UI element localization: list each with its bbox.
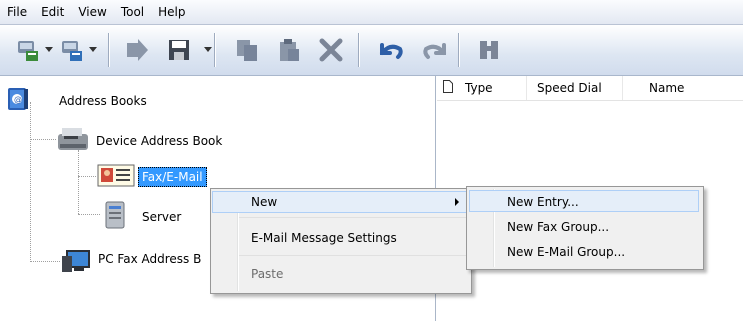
computer-icon xyxy=(60,240,94,277)
context-menu: New E-Mail Message Settings Paste xyxy=(210,188,472,294)
new-entry-icon xyxy=(14,37,42,63)
server-icon xyxy=(100,200,130,233)
menu-item-new-email-group[interactable]: New E-Mail Group... xyxy=(507,241,625,263)
menu-item-highlight xyxy=(469,190,699,212)
new-group-icon xyxy=(58,37,86,63)
tree-item-address-books[interactable]: @ Address Books xyxy=(6,86,147,115)
menu-file[interactable]: File xyxy=(0,0,34,24)
chevron-down-icon[interactable] xyxy=(45,47,53,53)
menu-item-email-settings[interactable]: E-Mail Message Settings xyxy=(251,227,397,249)
chevron-down-icon[interactable] xyxy=(89,47,97,53)
tree-label-selected: Fax/E-Mail xyxy=(138,166,207,187)
menu-item-new-fax-group[interactable]: New Fax Group... xyxy=(507,216,609,238)
tree-label: Address Books xyxy=(59,93,147,108)
new-submenu: New Entry... New Fax Group... New E-Mail… xyxy=(466,186,704,270)
column-type[interactable]: Type xyxy=(465,76,527,100)
toolbar xyxy=(0,25,743,76)
tree-item-fax-email[interactable]: Fax/E-Mail xyxy=(96,162,207,191)
new-group-button[interactable] xyxy=(58,37,97,63)
redo-icon xyxy=(420,37,450,63)
paste-button[interactable] xyxy=(276,37,302,63)
menu-bar: File Edit View Tool Help xyxy=(0,0,743,25)
copy-button[interactable] xyxy=(234,37,260,63)
menu-tool[interactable]: Tool xyxy=(114,0,151,24)
copy-icon xyxy=(234,37,260,63)
tree-item-pc-fax[interactable]: PC Fax Address B xyxy=(60,240,201,277)
paste-icon xyxy=(276,37,302,63)
address-book-icon: @ xyxy=(6,86,50,115)
menu-view[interactable]: View xyxy=(71,0,113,24)
tree-item-server[interactable]: Server xyxy=(100,200,181,233)
undo-button[interactable] xyxy=(376,37,406,63)
column-name[interactable]: Name xyxy=(623,76,703,100)
page-icon xyxy=(437,80,465,96)
contact-card-icon xyxy=(96,162,136,191)
tree-label: Server xyxy=(142,209,182,224)
undo-icon xyxy=(376,37,406,63)
tree-label: Device Address Book xyxy=(96,133,223,148)
submenu-arrow-icon xyxy=(455,198,459,206)
save-button[interactable] xyxy=(166,37,212,63)
svg-text:@: @ xyxy=(14,95,22,104)
new-entry-button[interactable] xyxy=(14,37,53,63)
redo-button[interactable] xyxy=(420,37,450,63)
properties-icon xyxy=(124,37,150,63)
find-icon xyxy=(476,37,502,63)
delete-icon xyxy=(318,37,344,63)
tree-item-device-address-book[interactable]: Device Address Book xyxy=(56,124,222,157)
delete-button[interactable] xyxy=(318,37,344,63)
properties-button[interactable] xyxy=(124,37,150,63)
menu-item-new[interactable]: New xyxy=(251,191,277,213)
menu-edit[interactable]: Edit xyxy=(34,0,71,24)
find-button[interactable] xyxy=(476,37,502,63)
tree-label: PC Fax Address B xyxy=(98,251,202,266)
menu-item-new-entry[interactable]: New Entry... xyxy=(507,191,579,213)
list-header: Type Speed Dial Name xyxy=(437,76,743,101)
menu-help[interactable]: Help xyxy=(151,0,192,24)
menu-item-paste[interactable]: Paste xyxy=(251,263,283,285)
printer-icon xyxy=(56,124,90,157)
column-speed-dial[interactable]: Speed Dial xyxy=(527,76,623,100)
save-icon xyxy=(166,37,192,63)
chevron-down-icon[interactable] xyxy=(204,47,212,53)
